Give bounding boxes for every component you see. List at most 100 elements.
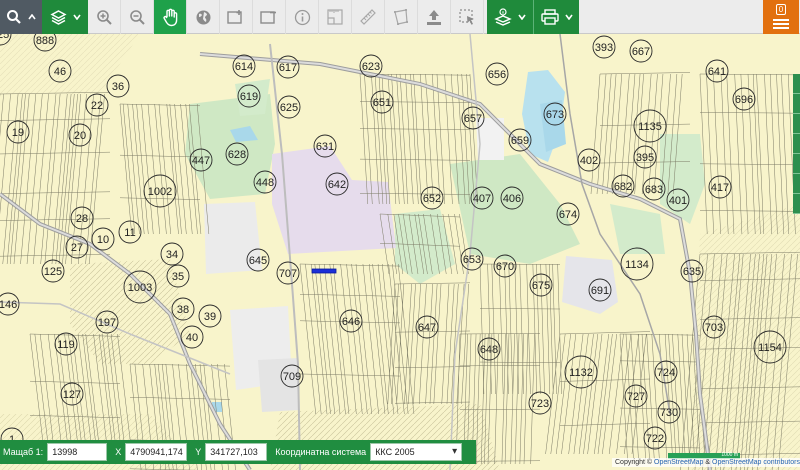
- layer-info-button[interactable]: [487, 0, 533, 34]
- remove-window-button[interactable]: [253, 0, 286, 34]
- parcel-label-text: 888: [36, 35, 54, 47]
- parcel-label-text: 28: [76, 213, 88, 225]
- y-label: Y: [195, 447, 202, 457]
- parcel-label-text: 707: [279, 268, 297, 280]
- search-icon: [7, 10, 21, 24]
- parcel-label-text: 645: [249, 255, 267, 267]
- parcel-label-text: 617: [279, 62, 297, 74]
- parcel-label-text: 657: [464, 113, 482, 125]
- measure-area-button[interactable]: [319, 0, 352, 34]
- globe-button[interactable]: [187, 0, 220, 34]
- parcel-label-text: 46: [54, 66, 66, 78]
- add-window-button[interactable]: [220, 0, 253, 34]
- crs-select[interactable]: ККС 2005: [370, 443, 463, 461]
- info-icon: [294, 9, 310, 25]
- print-icon: [540, 9, 559, 25]
- pan-button[interactable]: [154, 0, 187, 34]
- map-canvas[interactable]: 888 46 36 22 19 20 1002 28 27 10 11 125 34 35 1003 146 3…: [0, 34, 800, 470]
- polygon-button[interactable]: [385, 0, 418, 34]
- window-plus-icon: [227, 10, 242, 24]
- parcel-label-text: 652: [423, 193, 441, 205]
- chevron-down-icon: [518, 14, 526, 20]
- parcel-label-text: 683: [645, 184, 663, 196]
- parcel-label-text: 1132: [569, 367, 593, 379]
- menu-badge: 0: [775, 3, 787, 15]
- parcel-label-text: 197: [98, 317, 116, 329]
- select-icon: [459, 9, 474, 25]
- parcel-label-text: 425: [0, 34, 9, 41]
- scale-input[interactable]: 13998: [47, 443, 108, 461]
- parcel-label-text: 730: [660, 407, 678, 419]
- zoom-out-icon: [129, 9, 145, 25]
- print-button[interactable]: [533, 0, 579, 34]
- parcel-label-text: 619: [240, 91, 258, 103]
- layers-icon: [49, 9, 67, 25]
- parcel-label-text: 727: [627, 391, 645, 403]
- parcel-label-text: 40: [186, 332, 198, 344]
- parcel-label-text: 628: [228, 149, 246, 161]
- osm-contributors-link[interactable]: OpenStreetMap contributors: [712, 459, 800, 466]
- layers-button[interactable]: [42, 0, 88, 34]
- parcel-label-text: 667: [632, 46, 650, 58]
- crs-label: Координатна система: [275, 447, 367, 457]
- cadastral-map[interactable]: 888 46 36 22 19 20 1002 28 27 10 11 125 34 35 1003 146 3…: [0, 34, 800, 470]
- parcel-label-text: 648: [480, 344, 498, 356]
- parcel-label-text: 659: [511, 135, 529, 147]
- right-side-panel-tabs[interactable]: [793, 74, 800, 214]
- parcel-label-text: 393: [595, 42, 613, 54]
- chevron-down-icon: [72, 14, 81, 20]
- zoom-in-button[interactable]: [88, 0, 121, 34]
- parcel-label-text: 709: [283, 371, 301, 383]
- window-minus-icon: [260, 11, 276, 24]
- parcel-label-text: 448: [256, 177, 274, 189]
- parcel-label-text: 395: [636, 152, 654, 164]
- parcel-label-text: 646: [342, 316, 360, 328]
- parcel-label-text: 635: [683, 266, 701, 278]
- info-button[interactable]: [286, 0, 319, 34]
- parcel-label-text: 1003: [128, 282, 152, 294]
- attribution-prefix: Copyright ©: [615, 459, 653, 466]
- parcel-label-text: 1135: [638, 121, 662, 133]
- layers-info-icon: [494, 8, 512, 26]
- parcel-label-text: 673: [546, 109, 564, 121]
- parcel-label-text: 724: [657, 367, 675, 379]
- parcel-label-text: 670: [496, 261, 514, 273]
- parcel-label-text: 631: [316, 141, 334, 153]
- parcel-label-text: 696: [735, 94, 753, 106]
- parcel-label-text: 19: [12, 127, 24, 139]
- search-button[interactable]: [0, 0, 42, 34]
- parcel-label-text: 1002: [148, 186, 172, 198]
- select-button[interactable]: [451, 0, 484, 34]
- parcel-label-text: 39: [204, 311, 216, 323]
- upload-button[interactable]: [418, 0, 451, 34]
- polygon-icon: [394, 9, 408, 25]
- parcel-label-text: 402: [580, 155, 598, 167]
- parcel-label-text: 641: [708, 66, 726, 78]
- upload-icon: [427, 10, 441, 25]
- ruler-icon: [360, 9, 376, 25]
- parcel-label-text: 401: [669, 195, 687, 207]
- parcel-label-text: 653: [463, 254, 481, 266]
- parcel-label-text: 614: [235, 61, 253, 73]
- zoom-out-button[interactable]: [121, 0, 154, 34]
- parcel-label-text: 722: [646, 433, 664, 445]
- parcel-label-text: 27: [71, 242, 83, 254]
- parcel-label-text: 647: [418, 322, 436, 334]
- parcel-label-text: 623: [362, 61, 380, 73]
- x-label: X: [115, 447, 122, 457]
- measure-length-button[interactable]: [352, 0, 385, 34]
- x-coordinate: 4790941,174: [125, 443, 188, 461]
- parcel-label-text: 125: [44, 266, 62, 278]
- parcel-label-text: 1154: [758, 342, 782, 354]
- status-bar: Мащаб 1: 13998 X 4790941,174 Y 341727,10…: [0, 440, 476, 464]
- parcel-label-text: 38: [177, 304, 189, 316]
- toolbar: 0: [0, 0, 800, 34]
- parcel-label-text: 34: [166, 249, 178, 261]
- parcel-label-text: 625: [280, 102, 298, 114]
- attribution-sep: &: [705, 459, 711, 466]
- osm-link[interactable]: OpenStreetMap: [654, 459, 703, 466]
- parcel-label-text: 10: [97, 234, 109, 246]
- menu-button[interactable]: 0: [763, 0, 799, 34]
- parcel-label-text: 11: [124, 227, 135, 239]
